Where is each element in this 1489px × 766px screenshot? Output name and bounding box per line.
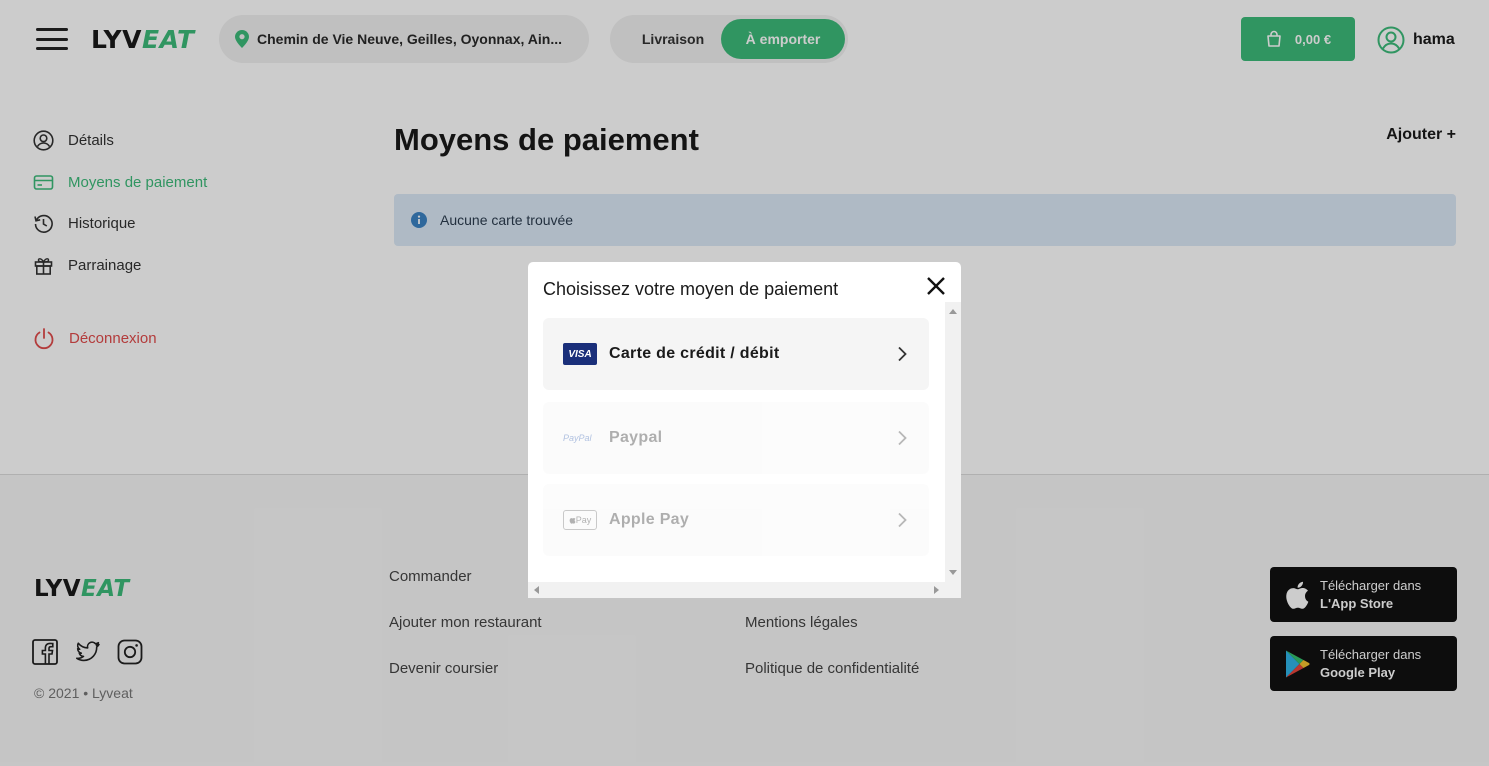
apple-pay-badge-text: Pay [575,515,592,525]
vertical-scrollbar[interactable] [945,302,961,582]
payment-option-applepay: Pay Apple Pay [543,484,929,556]
chevron-right-icon [898,512,907,528]
payment-option-label: Carte de crédit / débit [609,345,780,362]
payment-option-paypal: PayPal Paypal [543,402,929,474]
apple-pay-logo: Pay [563,510,597,530]
payment-option-card[interactable]: VISA Carte de crédit / débit [543,318,929,390]
scrollbar-corner [945,582,961,598]
paypal-logo: PayPal [563,433,592,443]
payment-option-label: Apple Pay [609,511,690,528]
scroll-down-arrow[interactable] [949,570,957,575]
modal-title: Choisissez votre moyen de paiement [543,279,839,299]
scroll-right-arrow[interactable] [934,586,939,594]
payment-method-modal: Choisissez votre moyen de paiement VISA … [528,262,961,598]
horizontal-scrollbar[interactable] [528,582,945,598]
payment-option-label: Paypal [609,429,663,446]
scroll-left-arrow[interactable] [534,586,539,594]
chevron-right-icon [898,346,907,362]
chevron-right-icon [898,430,907,446]
visa-logo: VISA [563,343,597,365]
apple-icon [569,518,576,524]
close-icon[interactable] [926,276,946,296]
scroll-up-arrow[interactable] [949,309,957,314]
